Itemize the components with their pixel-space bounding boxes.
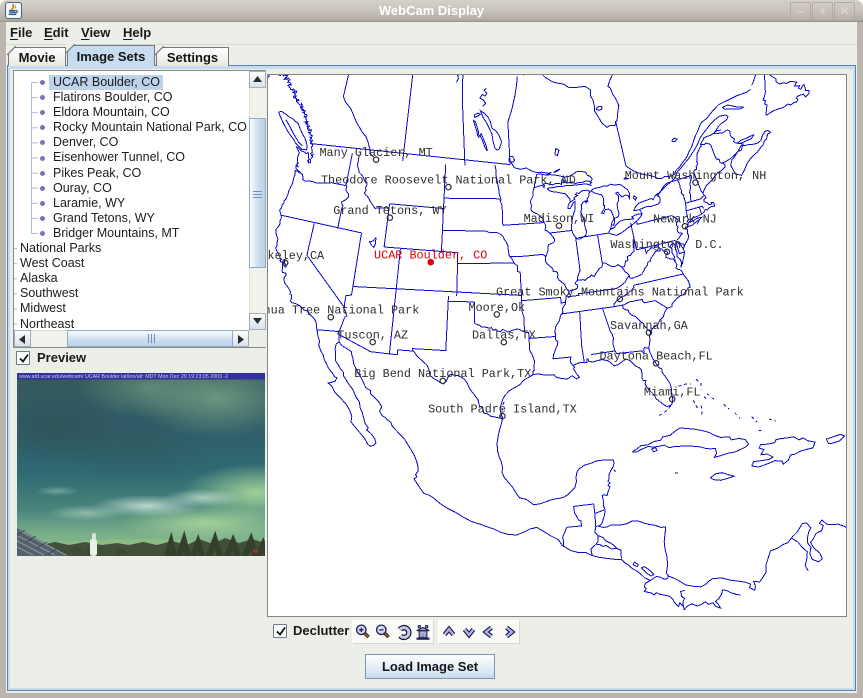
svg-text:Daytona Beach,FL: Daytona Beach,FL — [599, 350, 712, 364]
svg-text:Mount Washington, NH: Mount Washington, NH — [625, 169, 767, 183]
svg-text:www.atd.ucar.edu/webcam/ UCAR: www.atd.ucar.edu/webcam/ UCAR Boulder la… — [19, 374, 228, 380]
svg-text:Berkeley,CA: Berkeley,CA — [268, 249, 325, 263]
svg-text:Washington, D.C.: Washington, D.C. — [610, 238, 723, 252]
svg-text:Dallas,TX: Dallas,TX — [472, 329, 536, 343]
svg-text:Moore,Ok: Moore,Ok — [468, 301, 525, 315]
svg-text:South Padre Island,TX: South Padre Island,TX — [428, 403, 577, 417]
svg-text:UCAR Boulder, CO: UCAR Boulder, CO — [374, 249, 487, 263]
svg-text:Madison,WI: Madison,WI — [524, 212, 595, 226]
svg-text:Tuscon, AZ: Tuscon, AZ — [337, 329, 408, 343]
svg-text:Great Smoky Mountains National: Great Smoky Mountains National Park — [496, 285, 744, 299]
svg-text:Grand Tetons, WY: Grand Tetons, WY — [333, 204, 446, 218]
svg-text:Savannah,GA: Savannah,GA — [610, 319, 689, 333]
svg-text:Big Bend National Park,TX: Big Bend National Park,TX — [354, 367, 531, 381]
svg-text:Newark,NJ: Newark,NJ — [653, 213, 717, 227]
svg-text:Miami,FL: Miami,FL — [644, 386, 701, 400]
svg-text:Theodore Roosevelt National Pa: Theodore Roosevelt National Park, ND — [321, 174, 576, 188]
svg-text:Many Glacier, MT: Many Glacier, MT — [319, 146, 432, 160]
svg-text:Joshua Tree National Park: Joshua Tree National Park — [268, 304, 419, 318]
